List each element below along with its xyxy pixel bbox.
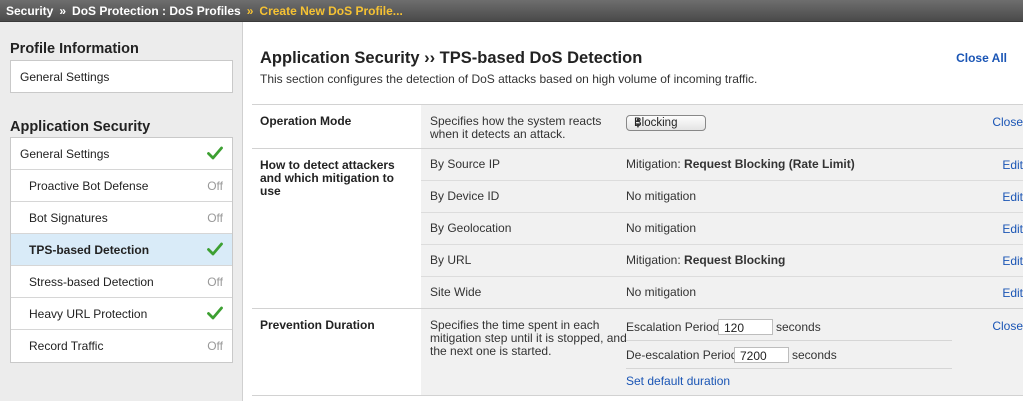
divider <box>626 368 952 369</box>
prevention-duration-label: Prevention Duration <box>260 318 375 332</box>
edit-link[interactable]: Edit <box>1002 190 1023 204</box>
prevention-duration-section: Prevention Duration Specifies the time s… <box>252 308 1023 396</box>
sidebar-item-label: Heavy URL Protection <box>29 307 148 321</box>
operation-mode-label: Operation Mode <box>260 114 352 128</box>
sidebar-item-heavy-url-protection[interactable]: Heavy URL Protection <box>11 298 232 330</box>
breadcrumb-separator: » <box>59 3 67 18</box>
detection-method: By Device ID <box>430 189 500 203</box>
escalation-period-label: Escalation Period: <box>626 320 723 334</box>
deescalation-unit: seconds <box>792 348 837 362</box>
breadcrumb-dos-profiles[interactable]: DoS Protection : DoS Profiles <box>72 4 241 18</box>
escalation-period-input[interactable]: 120 <box>718 319 773 335</box>
operation-mode-description: Specifies how the system reacts when it … <box>430 115 601 141</box>
detection-row-url: By URL Mitigation: Request Blocking Edit <box>421 245 1023 277</box>
sidebar-item-label: Proactive Bot Defense <box>29 179 149 193</box>
status-off: Off <box>207 275 223 289</box>
mitigation-value: No mitigation <box>626 189 697 203</box>
sidebar-item-label: Bot Signatures <box>29 211 108 225</box>
label-line: use <box>260 184 281 198</box>
breadcrumb: Security » DoS Protection : DoS Profiles… <box>0 0 1023 22</box>
profile-information-heading: Profile Information <box>10 41 139 57</box>
detection-method: Site Wide <box>430 285 482 299</box>
escalation-unit: seconds <box>776 320 821 334</box>
breadcrumb-current: Create New DoS Profile... <box>259 3 403 18</box>
status-off: Off <box>207 211 223 225</box>
mitigation-value: No mitigation <box>626 221 697 235</box>
operation-mode-close-link[interactable]: Close <box>992 115 1023 129</box>
status-off: Off <box>207 179 223 193</box>
checkmark-icon <box>207 146 223 160</box>
prevention-close-link[interactable]: Close <box>992 319 1023 333</box>
sidebar-item-stress-based-detection[interactable]: Stress-based Detection Off <box>11 266 232 298</box>
main-panel: Application Security ›› TPS-based DoS De… <box>243 22 1023 401</box>
sidebar-item-general-settings[interactable]: General Settings <box>11 138 232 170</box>
operation-mode-section: Operation Mode Specifies how the system … <box>252 104 1023 148</box>
detection-row-geolocation: By Geolocation No mitigation Edit <box>421 213 1023 245</box>
sidebar: Profile Information General Settings App… <box>0 22 243 401</box>
divider <box>626 340 952 341</box>
status-off: Off <box>207 339 223 353</box>
detection-row-device-id: By Device ID No mitigation Edit <box>421 181 1023 213</box>
edit-link[interactable]: Edit <box>1002 254 1023 268</box>
mitigation-value: No mitigation <box>626 285 697 299</box>
mitigation-value: Mitigation: Request Blocking <box>626 254 785 267</box>
detection-method: By URL <box>430 253 472 267</box>
deescalation-period-input[interactable]: 7200 <box>734 347 789 363</box>
input-value: 7200 <box>740 349 767 363</box>
deescalation-period-label: De-escalation Period: <box>626 348 741 362</box>
checkmark-icon <box>207 306 223 320</box>
page-description: This section configures the detection of… <box>260 72 758 86</box>
set-default-duration-link[interactable]: Set default duration <box>626 375 730 388</box>
application-security-heading: Application Security <box>10 119 151 135</box>
mitigation-type: Request Blocking <box>684 253 786 267</box>
edit-link[interactable]: Edit <box>1002 158 1023 172</box>
detection-row-site-wide: Site Wide No mitigation Edit <box>421 277 1023 309</box>
mitigation-prefix: Mitigation: <box>626 253 685 267</box>
mitigation-prefix: Mitigation: <box>626 157 685 171</box>
detection-row-source-ip: By Source IP Mitigation: Request Blockin… <box>421 149 1023 181</box>
sidebar-item-label: General Settings <box>20 147 110 161</box>
detection-method: By Source IP <box>430 157 501 171</box>
prevention-duration-description: Specifies the time spent in each mitigat… <box>430 319 627 358</box>
detection-section: How to detect attackers and which mitiga… <box>252 148 1023 309</box>
description-line: when it detects an attack. <box>430 127 566 141</box>
sidebar-item-bot-signatures[interactable]: Bot Signatures Off <box>11 202 232 234</box>
close-all-link[interactable]: Close All <box>956 51 1007 65</box>
sidebar-item-label: Record Traffic <box>29 339 104 353</box>
input-value: 120 <box>724 321 745 335</box>
mitigation-type: Request Blocking (Rate Limit) <box>684 157 855 171</box>
sidebar-item-profile-general-settings[interactable]: General Settings <box>10 60 233 93</box>
checkmark-icon <box>207 242 223 256</box>
sidebar-item-tps-based-detection[interactable]: TPS-based Detection <box>11 234 232 266</box>
page-title: Application Security ›› TPS-based DoS De… <box>260 49 643 67</box>
application-security-list: General Settings Proactive Bot Defense O… <box>10 137 233 363</box>
detection-method: By Geolocation <box>430 221 512 235</box>
operation-mode-select[interactable]: Blocking ▲ ▼ <box>626 115 706 131</box>
select-arrows-icon: ▲ ▼ <box>634 115 642 130</box>
breadcrumb-separator: » <box>246 3 254 18</box>
mitigation-value: Mitigation: Request Blocking (Rate Limit… <box>626 158 855 171</box>
detection-label: How to detect attackers and which mitiga… <box>260 159 395 198</box>
sidebar-item-label: TPS-based Detection <box>29 243 150 257</box>
breadcrumb-security[interactable]: Security <box>6 4 53 18</box>
sidebar-item-label: General Settings <box>20 70 110 84</box>
edit-link[interactable]: Edit <box>1002 222 1023 236</box>
sidebar-item-proactive-bot-defense[interactable]: Proactive Bot Defense Off <box>11 170 232 202</box>
sidebar-item-label: Stress-based Detection <box>29 275 154 289</box>
description-line: the next one is started. <box>430 344 552 358</box>
sidebar-item-record-traffic[interactable]: Record Traffic Off <box>11 330 232 362</box>
edit-link[interactable]: Edit <box>1002 286 1023 300</box>
